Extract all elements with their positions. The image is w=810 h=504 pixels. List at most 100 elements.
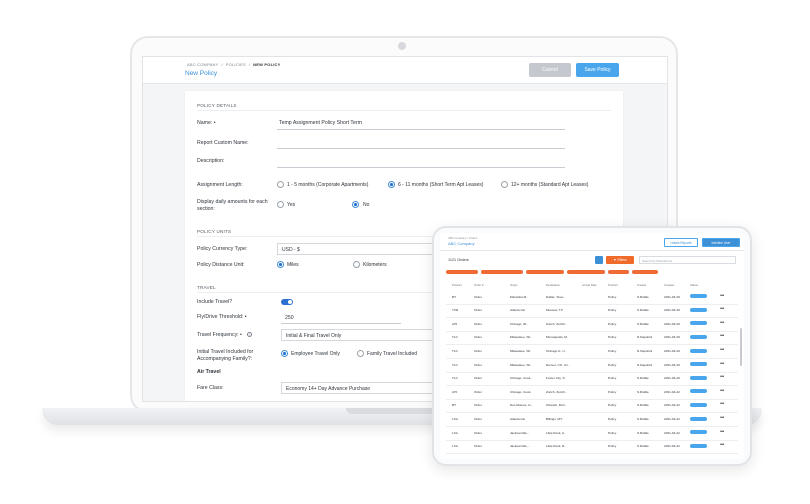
column-header[interactable]: Creator: [637, 283, 646, 287]
table-cell: AHI: [452, 321, 458, 326]
table-cell: Little Rock, R..: [546, 444, 567, 449]
more-icon[interactable]: •••: [720, 388, 724, 394]
table-row[interactable]: AHI Order Chicago, Illi.. Zurich, Zurich.. P…: [446, 317, 738, 332]
breadcrumb-current: NEW POLICY: [253, 62, 281, 67]
assignment-radio-1[interactable]: [277, 181, 284, 188]
table-row[interactable]: TLC Order Milwaukee, WI.. Denver, CO, Un.. P…: [446, 358, 738, 373]
column-header[interactable]: Destination: [546, 283, 560, 287]
interline-user-button[interactable]: Interline Uxer: [702, 238, 740, 247]
more-icon[interactable]: •••: [720, 442, 724, 448]
tablet-screen: ABC Company / Orders ABC Company Hotels …: [440, 233, 744, 459]
status-badge: [690, 348, 707, 353]
table-row[interactable]: BT Order Des Moines, Io.. Orlando, Flori.. P…: [446, 399, 738, 414]
table-row[interactable]: TLC Order Chicago, Cook.. Foster City, S.. P…: [446, 372, 738, 387]
filter-chip[interactable]: [481, 270, 523, 274]
status-badge: [690, 362, 707, 367]
more-icon[interactable]: •••: [720, 361, 724, 367]
table-row[interactable]: LXA Order Jacksonville, .. Little Rock, R..…: [446, 440, 738, 455]
columns-icon[interactable]: [595, 256, 603, 264]
table-row[interactable]: BT Order Manitoba M.. Dallas, Texa.. Policy S…: [446, 290, 738, 305]
tablet-title: ABC Company: [448, 241, 475, 246]
breadcrumb-company[interactable]: ABC COMPANY: [187, 62, 218, 67]
column-header[interactable]: Order #: [474, 283, 483, 287]
table-row[interactable]: LXA Order Atlanta GA Billings, MT.. Policy S.…: [446, 412, 738, 427]
column-header[interactable]: Arrival Date: [582, 283, 597, 287]
filters-label: Filters: [617, 258, 627, 262]
status-badge: [690, 430, 707, 435]
filter-chip[interactable]: [446, 270, 478, 274]
assignment-radio-2[interactable]: [388, 181, 395, 188]
hotels-reports-button[interactable]: Hotels Reports: [664, 238, 698, 247]
filter-chip[interactable]: [632, 270, 658, 274]
cancel-button[interactable]: Cancel: [529, 63, 571, 77]
more-icon[interactable]: •••: [720, 320, 724, 326]
name-input[interactable]: Temp Assignment Policy Short Term: [279, 120, 362, 126]
employee-travel-radio[interactable]: [281, 350, 288, 357]
breadcrumb-policies[interactable]: POLICIES: [226, 62, 246, 67]
distance-miles-radio[interactable]: [277, 261, 284, 268]
include-travel-toggle[interactable]: [281, 299, 293, 305]
table-row[interactable]: LXA Order Jacksonville, .. Little Rock, A..…: [446, 426, 738, 441]
tablet-breadcrumb: ABC Company / Orders: [448, 236, 478, 240]
column-header[interactable]: Product: [608, 283, 618, 287]
more-icon[interactable]: •••: [720, 401, 724, 407]
more-icon[interactable]: •••: [720, 333, 724, 339]
table-cell: S.Riddle: [637, 376, 649, 381]
distance-km-radio[interactable]: [353, 261, 360, 268]
table-cell: Milwaukee, WI..: [510, 348, 532, 353]
more-icon[interactable]: •••: [720, 374, 724, 380]
assignment-radio-3[interactable]: [501, 181, 508, 188]
table-cell: Manitoba M..: [510, 294, 528, 299]
filter-chip[interactable]: [608, 270, 629, 274]
table-cell: 2021-04-29: [664, 335, 680, 340]
table-row[interactable]: TXR Order Atlanta GA Moscow, TX Policy S.Ridd…: [446, 304, 738, 319]
more-icon[interactable]: •••: [720, 415, 724, 421]
more-icon[interactable]: •••: [720, 429, 724, 435]
description-input[interactable]: [277, 167, 565, 168]
display-daily-yes-radio[interactable]: [277, 201, 284, 208]
table-cell: Policy: [608, 294, 617, 299]
table-cell: Policy: [608, 321, 617, 326]
column-header[interactable]: Product: [452, 283, 462, 287]
table-cell: TXR: [452, 308, 459, 313]
table-cell: Policy: [608, 430, 617, 435]
table-cell: Atlanta GA: [510, 416, 525, 421]
table-cell: Billings, MT..: [546, 416, 564, 421]
info-icon[interactable]: i: [247, 332, 252, 337]
status-badge: [690, 294, 707, 299]
table-cell: 2021-04-29: [664, 348, 680, 353]
save-policy-button[interactable]: Save Policy: [576, 63, 619, 77]
family-travel-radio[interactable]: [357, 350, 364, 357]
table-row[interactable]: AHI Order Chicago, Cook.. Zurich, Zurich.. P…: [446, 385, 738, 400]
column-header[interactable]: Status: [690, 283, 698, 287]
report-custom-name-input[interactable]: [277, 148, 565, 149]
table-cell: AHI: [452, 389, 458, 394]
table-cell: S.Riddle: [637, 389, 649, 394]
table-cell: Chicago, Cook..: [510, 389, 533, 394]
column-header[interactable]: Origin: [510, 283, 517, 287]
table-cell: TLC: [452, 335, 458, 340]
threshold-input[interactable]: 250: [285, 315, 294, 321]
initial-travel-label: Initial Travel Included for Accompanying…: [197, 349, 254, 362]
table-cell: Jacksonville, ..: [510, 430, 531, 435]
table-row[interactable]: TLC Order Milwaukee, WI.. Chicago IL, U.. Po…: [446, 344, 738, 359]
filters-button[interactable]: ▼ Filters: [606, 256, 634, 264]
display-daily-no-radio[interactable]: [352, 201, 359, 208]
more-icon[interactable]: •••: [720, 306, 724, 312]
more-icon[interactable]: •••: [720, 293, 724, 299]
table-cell: Milwaukee, WI..: [510, 335, 532, 340]
filter-chip[interactable]: [567, 270, 605, 274]
scrollbar[interactable]: [740, 328, 742, 366]
threshold-underline: [281, 323, 401, 324]
filter-chip[interactable]: [526, 270, 564, 274]
column-header[interactable]: Created: [664, 283, 674, 287]
table-row[interactable]: TLC Order Milwaukee, WI.. Minneapolis, M.. P…: [446, 331, 738, 346]
search-input[interactable]: Search by Plans/Items: [639, 256, 736, 264]
table-cell: N.Napolitni: [637, 348, 653, 353]
assignment-option-1: 1 - 5 months (Corporate Apartments): [287, 182, 369, 188]
status-badge: [690, 321, 707, 326]
table-cell: N.Napolitni: [637, 335, 653, 340]
more-icon[interactable]: •••: [720, 347, 724, 353]
table-cell: Dallas, Texa..: [546, 294, 565, 299]
distance-miles-label: Miles: [287, 262, 299, 268]
